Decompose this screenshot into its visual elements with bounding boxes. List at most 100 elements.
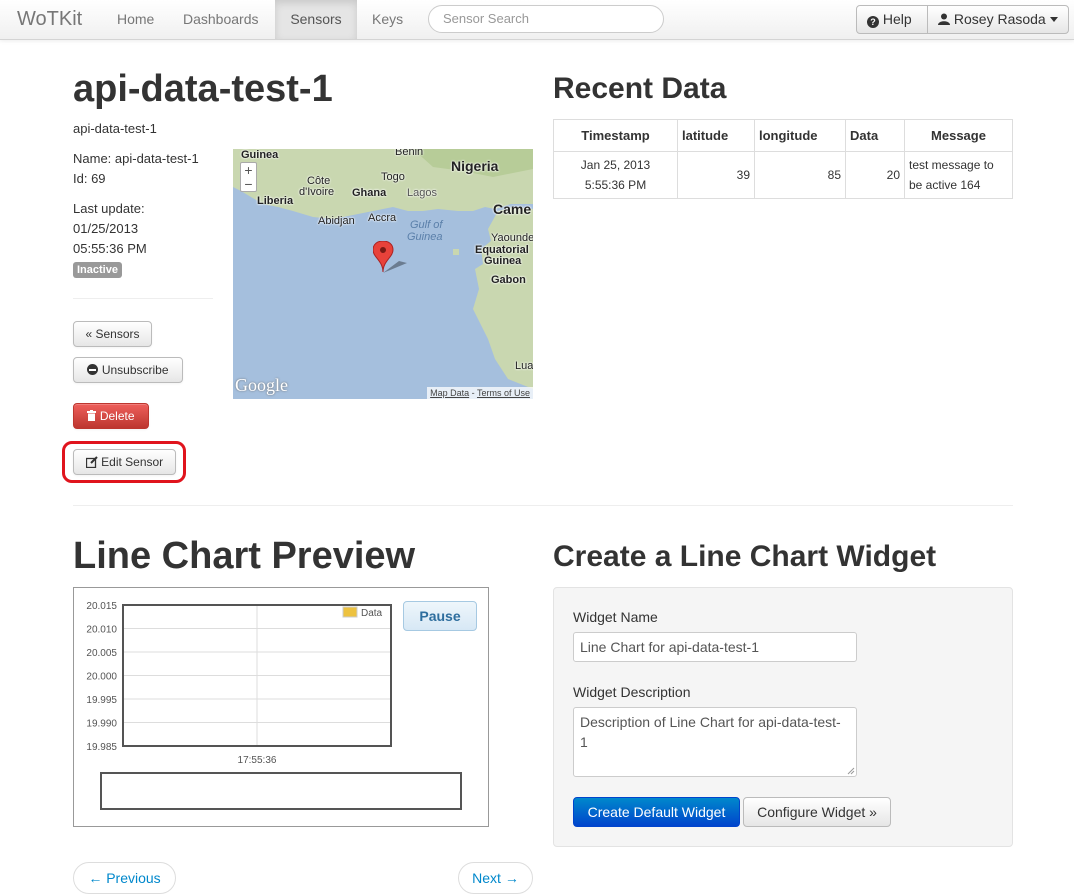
sensor-search-input[interactable]: Sensor Search	[428, 5, 664, 33]
data-cell: 20	[845, 151, 905, 199]
last-update-time: 05:55:36 PM	[73, 241, 147, 256]
zoom-in-icon[interactable]: +	[241, 163, 256, 177]
map-label: d'Ivoire	[299, 186, 335, 198]
user-icon	[938, 7, 950, 25]
zoom-out-icon[interactable]: −	[241, 177, 256, 191]
pause-button[interactable]: Pause	[403, 601, 477, 631]
edit-sensor-button[interactable]: Edit Sensor	[73, 449, 176, 475]
table-header-row: Timestamp latitude longitude Data Messag…	[553, 119, 1013, 152]
delete-button[interactable]: Delete	[73, 403, 149, 429]
widget-description-textarea[interactable]: Description of Line Chart for api-data-t…	[573, 707, 857, 777]
brand-logo[interactable]: WoTKit	[17, 8, 82, 31]
help-label: Help	[882, 11, 912, 27]
user-name: Rosey Rasoda	[953, 11, 1046, 27]
status-badge: Inactive	[73, 262, 122, 278]
map-zoom-control[interactable]: + −	[240, 162, 257, 192]
longitude-cell: 85	[754, 151, 846, 199]
edit-icon	[85, 452, 98, 469]
map-label: Yaounde	[491, 232, 533, 244]
recent-data-title: Recent Data	[553, 72, 727, 105]
y-tick-label: 19.990	[86, 719, 117, 730]
map-label: Benin	[395, 149, 424, 158]
message-cell: test message to be active 164	[904, 151, 1013, 199]
caret-down-icon	[1049, 17, 1058, 22]
last-update-label: Last update:	[73, 201, 145, 216]
section-divider	[73, 505, 1013, 506]
user-menu-button[interactable]: Rosey Rasoda	[927, 5, 1069, 34]
map-label: Nigeria	[451, 158, 499, 174]
sensor-description: api-data-test-1	[73, 121, 157, 136]
widget-name-label: Widget Name	[573, 609, 658, 625]
map-label: Ghana	[352, 187, 387, 199]
message-line: test message to	[909, 158, 994, 172]
trash-icon	[87, 405, 97, 421]
map-label: Gabon	[491, 274, 526, 286]
y-tick-label: 20.000	[86, 672, 117, 683]
next-button[interactable]: Next →	[458, 862, 533, 894]
y-tick-label: 20.005	[86, 648, 117, 659]
map-attribution: Map Data - Terms of Use	[427, 387, 533, 399]
nav-sensors[interactable]: Sensors	[275, 0, 357, 39]
google-logo: Google	[235, 375, 288, 395]
minus-circle-icon	[87, 364, 99, 375]
top-navbar: WoTKit Home Dashboards Sensors Keys Sens…	[0, 0, 1074, 40]
legend-label: Data	[361, 608, 383, 619]
sensor-name-line: Name: api-data-test-1	[73, 151, 199, 166]
recent-data-table: Timestamp latitude longitude Data Messag…	[553, 119, 1013, 199]
message-line: be active 164	[909, 178, 981, 192]
latitude-cell: 39	[677, 151, 755, 199]
map-label: Accra	[368, 212, 397, 224]
timestamp-cell: Jan 25, 2013 5:55:36 PM	[553, 151, 678, 199]
divider	[73, 298, 213, 299]
timestamp-time: 5:55:36 PM	[584, 178, 647, 192]
y-tick-label: 20.010	[86, 625, 117, 636]
previous-button[interactable]: ← Previous	[73, 862, 176, 894]
description-line: 1	[580, 734, 588, 750]
user-button-group: ? Help Rosey Rasoda	[856, 5, 1069, 34]
column-header: Message	[904, 119, 1013, 152]
map-label: Gulf of	[410, 219, 443, 231]
table-row: Jan 25, 2013 5:55:36 PM 39 85 20 test me…	[553, 151, 1013, 199]
description-line: Description of Line Chart for api-data-t…	[580, 714, 841, 730]
widget-description-label: Widget Description	[573, 684, 691, 700]
timestamp-date: Jan 25, 2013	[580, 158, 651, 172]
line-chart-preview-title: Line Chart Preview	[73, 535, 416, 577]
terms-of-use-link[interactable]: Terms of Use	[477, 388, 530, 398]
column-header: Timestamp	[553, 119, 678, 152]
widget-name-input[interactable]: Line Chart for api-data-test-1	[573, 632, 857, 662]
column-header: Data	[845, 119, 905, 152]
unsubscribe-label: Unsubscribe	[101, 363, 169, 377]
help-button[interactable]: ? Help	[856, 5, 928, 34]
map-label: Came	[493, 201, 532, 217]
configure-widget-button[interactable]: Configure Widget »	[743, 797, 891, 827]
map-marker-icon[interactable]	[372, 240, 407, 273]
sensor-location-map[interactable]: + − Guinea Benin Nigeria Côte d'Ivoire T…	[233, 149, 533, 399]
map-label: Liberia	[257, 195, 294, 207]
nav-keys[interactable]: Keys	[357, 0, 418, 39]
create-default-widget-button[interactable]: Create Default Widget	[573, 797, 740, 827]
line-chart: 20.015 20.010 20.005 20.000 19.995 19.990 19.9…	[86, 601, 392, 766]
sensor-title: api-data-test-1	[73, 68, 333, 110]
column-header: latitude	[677, 119, 755, 152]
nav-dashboards[interactable]: Dashboards	[168, 0, 274, 39]
nav-home[interactable]: Home	[102, 0, 169, 39]
unsubscribe-button[interactable]: Unsubscribe	[73, 357, 183, 383]
map-label: Lagos	[407, 187, 437, 199]
edit-sensor-label: Edit Sensor	[101, 455, 164, 469]
map-data-link[interactable]: Map Data	[430, 388, 469, 398]
resize-handle-icon[interactable]	[847, 767, 855, 775]
legend-swatch	[342, 606, 358, 618]
question-circle-icon: ?	[867, 16, 879, 28]
create-widget-title: Create a Line Chart Widget	[553, 540, 937, 573]
map-label: Abidjan	[318, 215, 355, 227]
map-label: Togo	[381, 171, 405, 183]
y-tick-label: 19.995	[86, 695, 117, 706]
back-to-sensors-button[interactable]: « Sensors	[73, 321, 152, 347]
map-label: Lua	[515, 360, 533, 372]
sensor-id-line: Id: 69	[73, 171, 106, 186]
x-tick-label: 17:55:36	[238, 755, 277, 766]
y-tick-label: 19.985	[86, 742, 117, 753]
column-header: longitude	[754, 119, 846, 152]
map-label: Guinea	[241, 149, 279, 161]
chart-overview-selector[interactable]	[100, 772, 462, 810]
